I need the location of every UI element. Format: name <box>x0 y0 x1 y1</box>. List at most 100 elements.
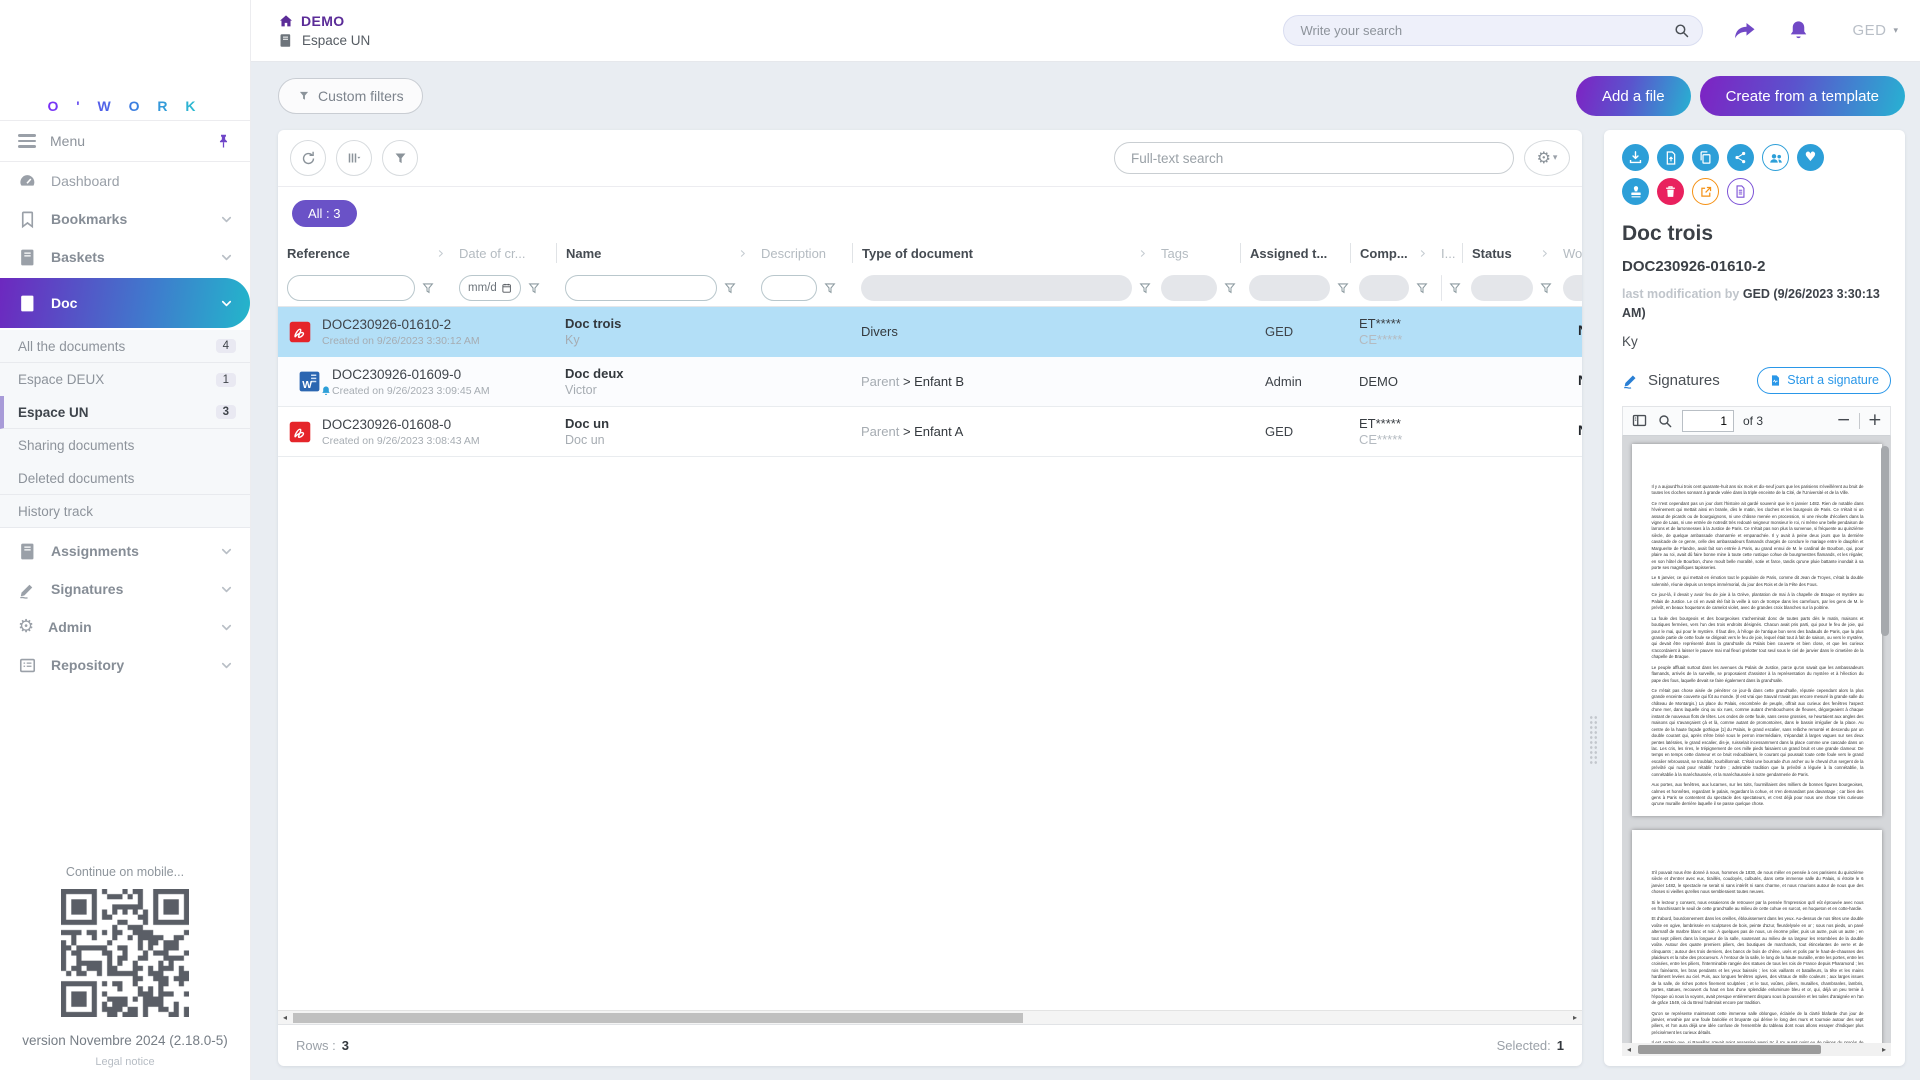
scroll-right-arrow-icon[interactable]: ▸ <box>1568 1013 1582 1022</box>
custom-filters-button[interactable]: Custom filters <box>278 78 423 114</box>
share-icon[interactable] <box>1733 19 1757 43</box>
duplicate-button[interactable] <box>1692 144 1719 171</box>
sidebar-item-repository[interactable]: Repository <box>0 646 250 684</box>
sidebar-item-bookmarks[interactable]: Bookmarks <box>0 200 250 238</box>
open-external-button[interactable] <box>1692 178 1719 205</box>
sidebar-item-assignments[interactable]: Assignments <box>0 532 250 570</box>
hamburger-icon <box>18 134 36 147</box>
pdf-vertical-scrollbar-thumb[interactable] <box>1881 446 1889 636</box>
sidebar-toggle-icon[interactable] <box>1631 412 1648 429</box>
start-signature-button[interactable]: Start a signature <box>1757 367 1891 394</box>
user-menu[interactable]: GED ▾ <box>1852 22 1898 39</box>
tab-all[interactable]: All : 3 <box>292 200 357 227</box>
document-properties-button[interactable] <box>1727 178 1754 205</box>
scroll-left-arrow-icon[interactable]: ◂ <box>1622 1045 1636 1054</box>
refresh-button[interactable] <box>290 140 326 176</box>
sidebar-menu-toggle[interactable]: Menu <box>0 120 250 162</box>
bell-icon[interactable] <box>1787 19 1810 42</box>
fulltext-search-input[interactable] <box>1114 142 1514 174</box>
column-header-assigned[interactable]: Assigned t... <box>1240 243 1350 263</box>
filter-button[interactable] <box>382 140 418 176</box>
global-search-input[interactable] <box>1300 23 1673 38</box>
legal-notice-link[interactable]: Legal notice <box>95 1056 154 1068</box>
pdf-viewer-toolbar: of 3 − + <box>1622 406 1891 436</box>
current-space[interactable]: Espace UN <box>278 33 370 48</box>
funnel-icon[interactable] <box>723 281 737 295</box>
filter-tags-select[interactable] <box>1161 275 1217 301</box>
zoom-out-button[interactable]: − <box>1837 412 1851 429</box>
column-header-type[interactable]: Type of document <box>852 243 1152 263</box>
pdf-viewer[interactable]: Il y a aujourd'hui trois cent quarante-h… <box>1622 436 1891 1056</box>
filter-type-select[interactable] <box>861 275 1132 301</box>
filter-reference-input[interactable] <box>296 281 406 295</box>
create-from-template-button[interactable]: Create from a template <box>1700 76 1905 116</box>
funnel-icon[interactable] <box>1223 281 1237 295</box>
sidebar-item-dashboard[interactable]: Dashboard <box>0 162 250 200</box>
table-row[interactable]: DOC230926-01608-0 Created on 9/26/2023 3… <box>278 407 1582 457</box>
filter-company-select[interactable] <box>1359 275 1409 301</box>
table-horizontal-scrollbar[interactable]: ◂ ▸ <box>278 1010 1582 1024</box>
tabs-row: All : 3 <box>278 187 1582 237</box>
global-search[interactable] <box>1283 15 1703 46</box>
filter-i-select[interactable] <box>1441 275 1442 301</box>
delete-button[interactable] <box>1657 178 1684 205</box>
filter-name-input[interactable] <box>574 281 708 295</box>
table-settings-button[interactable]: ⚙ ▾ <box>1524 140 1570 176</box>
funnel-icon[interactable] <box>421 281 435 295</box>
filter-description-input[interactable] <box>770 281 808 295</box>
columns-button[interactable] <box>336 140 372 176</box>
upload-version-button[interactable] <box>1657 144 1684 171</box>
sidebar-item-baskets[interactable]: Baskets <box>0 238 250 276</box>
download-button[interactable] <box>1622 144 1649 171</box>
app-home-link[interactable]: DEMO <box>278 13 370 29</box>
sidebar-item-deleted-documents[interactable]: Deleted documents <box>0 462 250 495</box>
scroll-left-arrow-icon[interactable]: ◂ <box>278 1013 292 1022</box>
funnel-icon[interactable] <box>527 281 541 295</box>
filter-workflow-select[interactable] <box>1563 275 1582 301</box>
sidebar-item-history-track[interactable]: History track <box>0 495 250 528</box>
sidebar-item-all-documents[interactable]: All the documents 4 <box>0 330 250 363</box>
search-icon[interactable] <box>1673 22 1690 39</box>
filter-status-select[interactable] <box>1471 275 1533 301</box>
favorite-button[interactable]: ♥ <box>1797 144 1824 171</box>
sidebar-item-admin[interactable]: ⚙ Admin <box>0 608 250 646</box>
table-row[interactable]: DOC230926-01609-0 Created on 9/26/2023 3… <box>278 357 1582 407</box>
funnel-icon[interactable] <box>1336 281 1350 295</box>
column-header-workflow[interactable]: Workflow <box>1554 243 1582 263</box>
funnel-icon[interactable] <box>1448 281 1462 295</box>
filter-date-input[interactable]: mm/d <box>459 275 521 301</box>
filter-assigned-select[interactable] <box>1249 275 1330 301</box>
column-header-name[interactable]: Name <box>556 243 752 263</box>
column-header-i[interactable]: I... <box>1432 243 1462 263</box>
page-number-input[interactable] <box>1682 410 1734 432</box>
sidebar-item-espace-un[interactable]: Espace UN 3 <box>0 396 250 429</box>
scroll-right-arrow-icon[interactable]: ▸ <box>1877 1045 1891 1054</box>
column-header-reference[interactable]: Reference <box>278 243 450 263</box>
pin-icon[interactable] <box>215 133 232 150</box>
funnel-icon[interactable] <box>1138 281 1152 295</box>
zoom-in-button[interactable]: + <box>1868 412 1882 429</box>
assign-users-button[interactable] <box>1762 144 1789 171</box>
search-icon[interactable] <box>1657 413 1673 429</box>
column-header-date[interactable]: Date of cr... <box>450 243 556 263</box>
table-row[interactable]: DOC230926-01610-2 Created on 9/26/2023 3… <box>278 307 1582 357</box>
column-header-status[interactable]: Status <box>1462 243 1554 263</box>
funnel-icon[interactable] <box>1415 281 1429 295</box>
column-header-tags[interactable]: Tags <box>1152 243 1240 263</box>
funnel-icon[interactable] <box>1539 281 1553 295</box>
sidebar-item-signatures[interactable]: Signatures <box>0 570 250 608</box>
pdf-horizontal-scrollbar[interactable]: ◂ ▸ <box>1622 1043 1891 1056</box>
book-icon <box>278 33 293 48</box>
sidebar-item-sharing-documents[interactable]: Sharing documents <box>0 429 250 462</box>
column-header-company[interactable]: Comp... <box>1350 243 1432 263</box>
scrollbar-thumb[interactable] <box>293 1013 1023 1023</box>
stamp-button[interactable] <box>1622 178 1649 205</box>
column-header-description[interactable]: Description <box>752 243 852 263</box>
share-button[interactable] <box>1727 144 1754 171</box>
panel-resize-handle[interactable] <box>1582 130 1604 1066</box>
add-file-button[interactable]: Add a file <box>1576 76 1691 116</box>
sidebar-item-doc[interactable]: Doc <box>0 278 250 328</box>
funnel-icon[interactable] <box>823 281 837 295</box>
scrollbar-thumb[interactable] <box>1638 1045 1821 1054</box>
sidebar-item-espace-deux[interactable]: Espace DEUX 1 <box>0 363 250 396</box>
